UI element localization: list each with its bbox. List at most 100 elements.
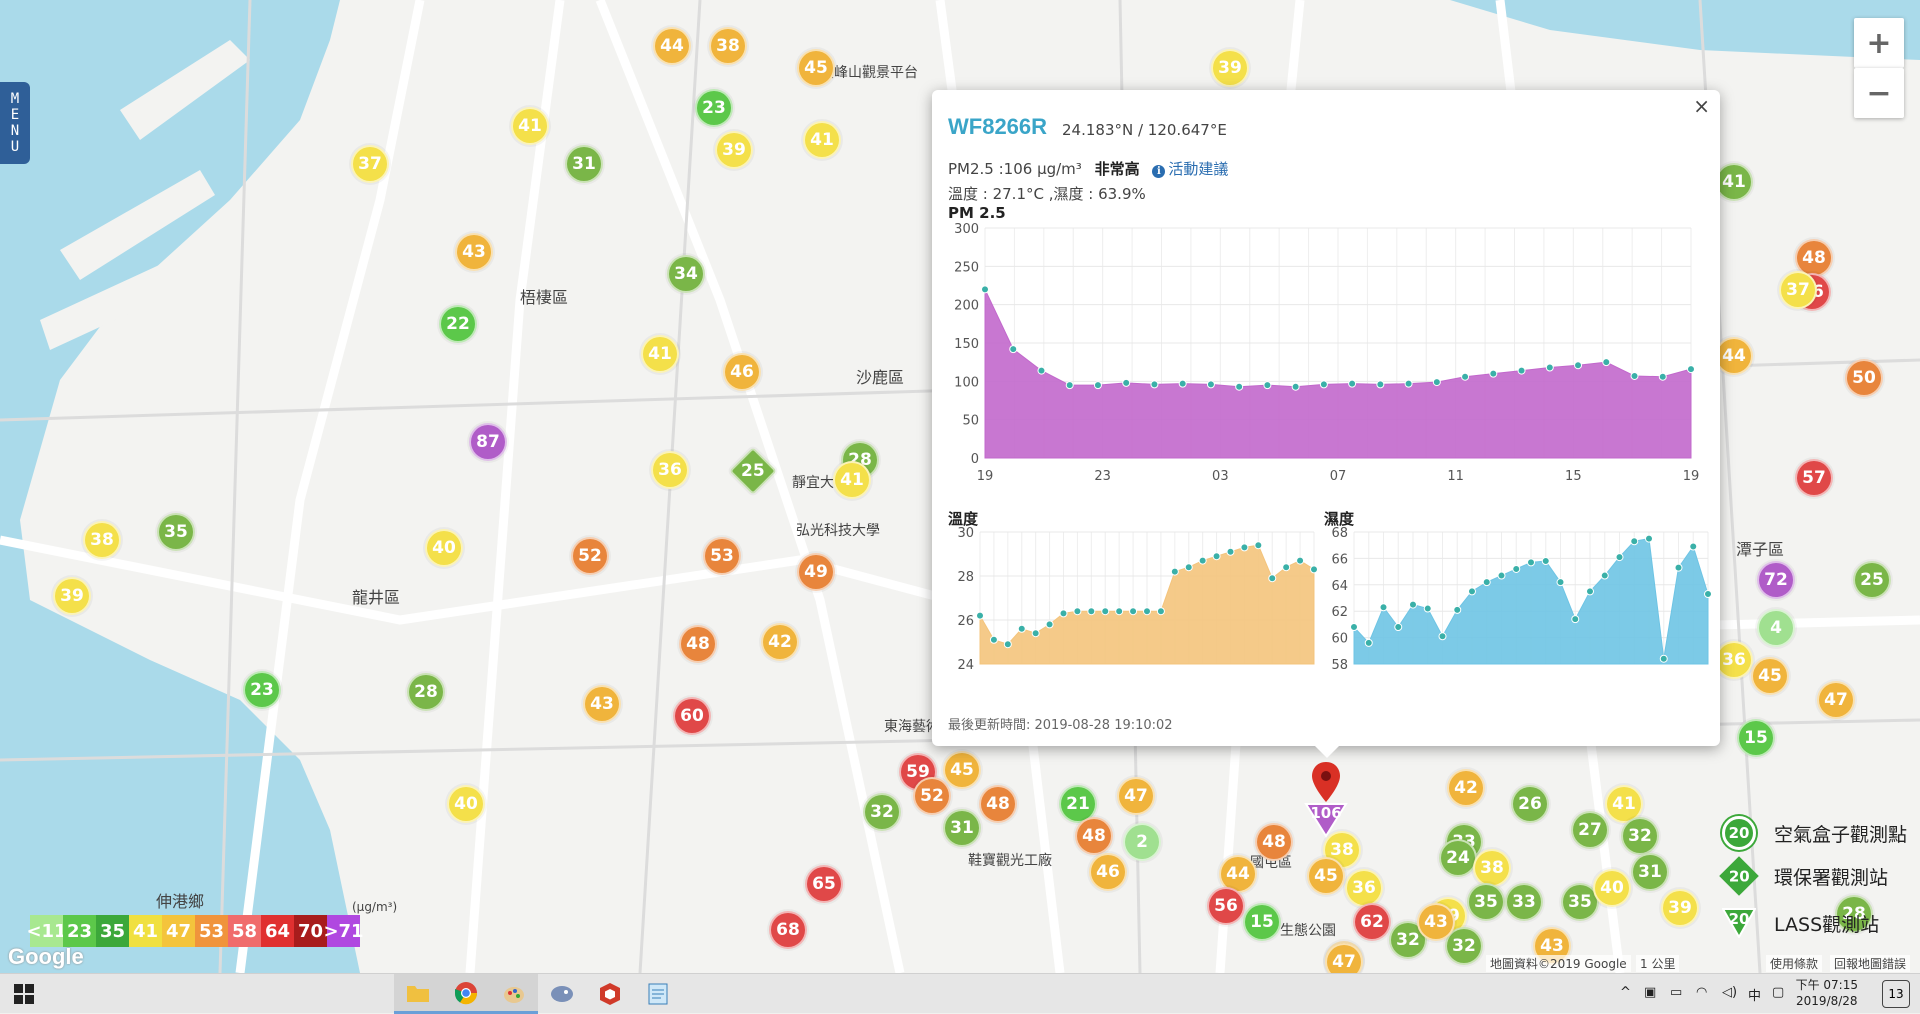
airbox-marker[interactable]: 23 — [243, 671, 281, 709]
airbox-marker[interactable]: 28 — [407, 673, 445, 711]
airbox-marker[interactable]: 42 — [761, 623, 799, 661]
airbox-marker[interactable]: 40 — [425, 529, 463, 567]
airbox-marker[interactable]: 33 — [1505, 883, 1543, 921]
clock[interactable]: 下午 07:15 2019/8/28 — [1796, 977, 1858, 1009]
airbox-marker[interactable]: 38 — [83, 521, 121, 559]
airbox-marker[interactable]: 65 — [805, 865, 843, 903]
airbox-marker[interactable]: 44 — [1715, 337, 1753, 375]
terms-link[interactable]: 使用條款 — [1766, 955, 1823, 972]
airbox-marker[interactable]: 15 — [1243, 903, 1281, 941]
show-hidden-icons[interactable]: ^ — [1620, 985, 1631, 1000]
volume-icon[interactable]: ◁) — [1722, 985, 1737, 1000]
selected-station-pin[interactable] — [1308, 760, 1344, 804]
start-button[interactable] — [0, 974, 48, 1014]
activity-advice-link[interactable]: i 活動建議 — [1152, 160, 1228, 178]
airbox-marker[interactable]: 87 — [469, 423, 507, 461]
airbox-marker[interactable]: 39 — [1661, 889, 1699, 927]
taskbar-app-sketchup[interactable] — [586, 974, 634, 1014]
airbox-marker[interactable]: 39 — [1211, 49, 1249, 87]
airbox-marker[interactable]: 72 — [1757, 561, 1795, 599]
airbox-marker[interactable]: 26 — [1511, 785, 1549, 823]
airbox-marker[interactable]: 41 — [511, 107, 549, 145]
airbox-marker[interactable]: 4 — [1757, 609, 1795, 647]
notification-center[interactable]: 13 — [1882, 980, 1910, 1008]
airbox-marker[interactable]: 41 — [803, 121, 841, 159]
airbox-marker[interactable]: 35 — [1467, 883, 1505, 921]
airbox-marker[interactable]: 45 — [943, 751, 981, 789]
zoom-out-button[interactable]: − — [1854, 68, 1904, 118]
airbox-marker[interactable]: 46 — [723, 353, 761, 391]
airbox-marker[interactable]: 42 — [1447, 769, 1485, 807]
taskbar-app-explorer[interactable] — [394, 974, 442, 1014]
airbox-marker[interactable]: 53 — [703, 537, 741, 575]
airbox-marker[interactable]: 31 — [1631, 853, 1669, 891]
airbox-marker[interactable]: 47 — [1817, 681, 1855, 719]
airbox-marker[interactable]: 36 — [1715, 641, 1753, 679]
ime-indicator[interactable]: 中 — [1748, 985, 1761, 1004]
airbox-marker[interactable]: 39 — [715, 131, 753, 169]
airbox-marker[interactable]: 36 — [1345, 869, 1383, 907]
airbox-marker[interactable]: 49 — [797, 553, 835, 591]
shield-icon[interactable]: ▣ — [1644, 985, 1656, 1000]
zoom-in-button[interactable]: + — [1854, 18, 1904, 68]
airbox-marker[interactable]: 60 — [673, 697, 711, 735]
airbox-marker[interactable]: 52 — [571, 537, 609, 575]
airbox-marker[interactable]: 46 — [1089, 853, 1127, 891]
airbox-marker[interactable]: 31 — [565, 145, 603, 183]
airbox-marker[interactable]: 34 — [667, 255, 705, 293]
wifi-icon[interactable]: ◠ — [1696, 985, 1707, 1000]
airbox-marker[interactable]: 41 — [1715, 163, 1753, 201]
selected-lass-marker[interactable]: 106 — [1304, 802, 1348, 838]
airbox-marker[interactable]: 47 — [1117, 777, 1155, 815]
airbox-marker[interactable]: 57 — [1795, 459, 1833, 497]
airbox-marker[interactable]: 41 — [641, 335, 679, 373]
airbox-marker[interactable]: 40 — [1593, 869, 1631, 907]
taskbar-app-paint[interactable] — [490, 974, 538, 1014]
airbox-marker[interactable]: 68 — [769, 911, 807, 949]
airbox-marker[interactable]: 48 — [679, 625, 717, 663]
airbox-marker[interactable]: 22 — [439, 305, 477, 343]
airbox-marker[interactable]: 43 — [1417, 903, 1455, 941]
taskbar-app-chrome[interactable] — [442, 974, 490, 1014]
airbox-marker[interactable]: 39 — [53, 577, 91, 615]
airbox-marker[interactable]: 56 — [1207, 887, 1245, 925]
airbox-marker[interactable]: 2 — [1123, 823, 1161, 861]
airbox-marker[interactable]: 35 — [157, 513, 195, 551]
airbox-marker[interactable]: 36 — [651, 451, 689, 489]
airbox-marker[interactable]: 48 — [1075, 817, 1113, 855]
report-error-link[interactable]: 回報地圖錯誤 — [1830, 955, 1911, 972]
airbox-marker[interactable]: 47 — [1325, 943, 1363, 973]
airbox-marker[interactable]: 43 — [455, 233, 493, 271]
airbox-marker[interactable]: 50 — [1845, 359, 1883, 397]
airbox-marker[interactable]: 23 — [695, 89, 733, 127]
airbox-marker[interactable]: 45 — [797, 49, 835, 87]
airbox-marker[interactable]: 27 — [1571, 811, 1609, 849]
airbox-marker[interactable]: 38 — [709, 27, 747, 65]
close-button[interactable]: × — [1693, 94, 1710, 118]
airbox-marker[interactable]: 48 — [1255, 823, 1293, 861]
map-canvas[interactable]: 梧棲區 沙鹿區 龍井區 靜宜大 弘光科技大學 東海藝術 鰲峰山觀景平台 潭子區 … — [0, 0, 1920, 973]
airbox-marker[interactable]: 62 — [1353, 903, 1391, 941]
menu-button[interactable]: MENU — [0, 82, 30, 164]
airbox-marker[interactable]: 31 — [943, 809, 981, 847]
airbox-marker[interactable]: 45 — [1751, 657, 1789, 695]
airbox-marker[interactable]: 44 — [653, 27, 691, 65]
airbox-marker[interactable]: 37 — [1779, 271, 1817, 309]
airbox-marker[interactable]: 40 — [447, 785, 485, 823]
airbox-marker[interactable]: 32 — [863, 793, 901, 831]
airbox-marker[interactable]: 38 — [1473, 849, 1511, 887]
station-id[interactable]: WF8266R — [948, 114, 1047, 140]
taskbar-app-bird[interactable] — [538, 974, 586, 1014]
airbox-marker[interactable]: 48 — [979, 785, 1017, 823]
airbox-marker[interactable]: 52 — [913, 777, 951, 815]
airbox-marker[interactable]: 37 — [351, 145, 389, 183]
airbox-marker[interactable]: 15 — [1737, 719, 1775, 757]
airbox-marker[interactable]: 43 — [583, 685, 621, 723]
airbox-marker[interactable]: 32 — [1621, 817, 1659, 855]
battery-icon[interactable]: ▭ — [1670, 985, 1682, 1000]
taskbar-app-notepad[interactable] — [634, 974, 682, 1014]
airbox-marker[interactable]: 45 — [1307, 857, 1345, 895]
airbox-marker[interactable]: 24 — [1439, 839, 1477, 877]
airbox-marker[interactable]: 25 — [1853, 561, 1891, 599]
input-method-icon[interactable]: ▢ — [1772, 985, 1784, 1000]
